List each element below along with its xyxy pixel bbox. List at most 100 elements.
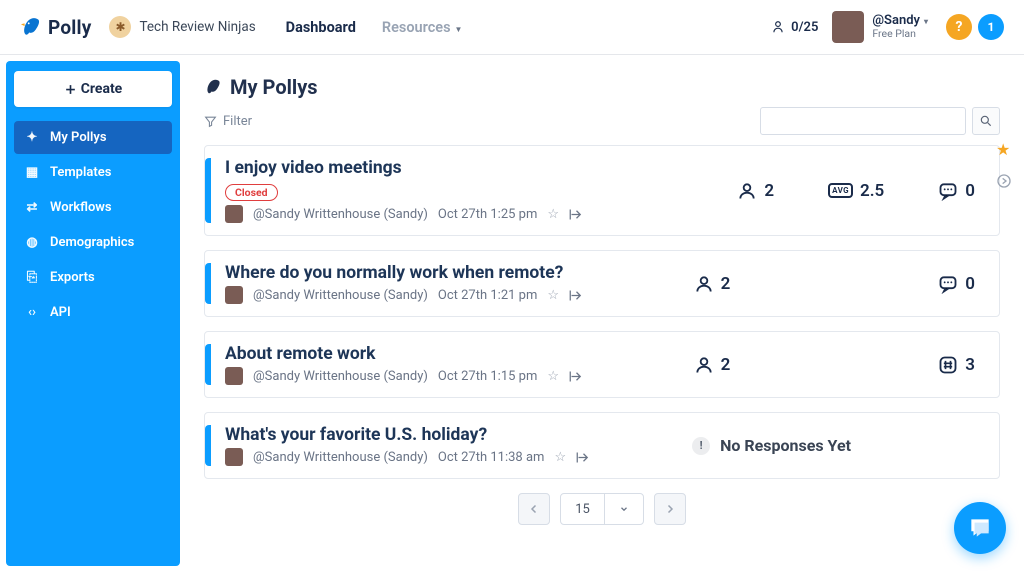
star-icon[interactable]: ☆ xyxy=(547,288,559,303)
polly-title: Where do you normally work when remote? xyxy=(225,263,694,283)
star-icon[interactable]: ☆ xyxy=(547,207,559,222)
status-badge: Closed xyxy=(225,184,278,201)
author: @Sandy Writtenhouse (Sandy) xyxy=(253,207,428,222)
template-icon: ▦ xyxy=(24,165,40,180)
star-icon[interactable]: ☆ xyxy=(547,369,559,384)
polly-card[interactable]: I enjoy video meetings Closed @Sandy Wri… xyxy=(204,145,1000,236)
polly-card[interactable]: About remote work @Sandy Writtenhouse (S… xyxy=(204,331,1000,398)
user-menu[interactable]: @Sandy▾ Free Plan xyxy=(832,11,928,43)
avatar xyxy=(225,286,243,304)
avg-icon: AVG xyxy=(828,183,853,198)
avatar xyxy=(225,367,243,385)
sidebar-item-label: Demographics xyxy=(50,235,134,250)
top-header: Polly ✱ Tech Review Ninjas Dashboard Res… xyxy=(0,0,1024,55)
avatar xyxy=(225,205,243,223)
comments-stat: 0 xyxy=(938,274,975,294)
timestamp: Oct 27th 1:15 pm xyxy=(438,369,537,384)
sidebar-item-demographics[interactable]: ◍ Demographics xyxy=(14,226,172,259)
comments-stat: 0 xyxy=(938,181,975,201)
next-page-button[interactable] xyxy=(654,493,686,525)
allocation-counter[interactable]: 0/25 xyxy=(771,20,818,35)
send-icon[interactable] xyxy=(569,207,584,222)
exclamation-icon: ! xyxy=(692,437,710,455)
people-stat: 2 xyxy=(694,355,731,375)
author: @Sandy Writtenhouse (Sandy) xyxy=(253,288,428,303)
comment-icon xyxy=(938,181,958,201)
nav-resources[interactable]: Resources▼ xyxy=(382,19,463,36)
avatar xyxy=(832,11,864,43)
polly-title: I enjoy video meetings xyxy=(225,158,737,178)
star-icon[interactable]: ☆ xyxy=(554,450,566,465)
timestamp: Oct 27th 1:25 pm xyxy=(438,207,537,222)
sidebar-item-label: API xyxy=(50,305,71,320)
create-button[interactable]: Create xyxy=(14,71,172,107)
right-rail: ★ xyxy=(996,140,1012,189)
people-stat: 2 xyxy=(737,181,774,201)
hash-stat: 3 xyxy=(938,355,975,375)
sidebar: Create ✦ My Pollys ▦ Templates ⇄ Workflo… xyxy=(6,61,180,566)
person-icon xyxy=(737,181,757,201)
author: @Sandy Writtenhouse (Sandy) xyxy=(253,450,428,465)
parrot-icon: ✦ xyxy=(24,130,40,145)
polly-title: What's your favorite U.S. holiday? xyxy=(225,425,692,445)
avatar xyxy=(225,448,243,466)
comment-icon xyxy=(938,274,958,294)
sidebar-item-exports[interactable]: ⎘ Exports xyxy=(14,261,172,294)
timestamp: Oct 27th 1:21 pm xyxy=(438,288,537,303)
chat-fab[interactable] xyxy=(954,502,1006,554)
code-icon: ‹› xyxy=(24,305,40,320)
star-icon[interactable]: ★ xyxy=(996,140,1012,159)
people-stat: 2 xyxy=(694,274,731,294)
sidebar-item-label: Workflows xyxy=(50,200,112,215)
sidebar-item-label: My Pollys xyxy=(50,130,107,145)
chevron-down-icon: ▼ xyxy=(455,25,463,34)
timestamp: Oct 27th 11:38 am xyxy=(438,450,545,465)
sidebar-item-my-pollys[interactable]: ✦ My Pollys xyxy=(14,121,172,154)
notification-badge[interactable]: 1 xyxy=(978,14,1004,40)
send-icon[interactable] xyxy=(569,369,584,384)
search-input[interactable] xyxy=(760,107,966,135)
avg-stat: AVG 2.5 xyxy=(828,181,884,201)
person-icon xyxy=(694,274,714,294)
chevron-down-icon: ▾ xyxy=(924,17,928,26)
search-button[interactable] xyxy=(972,107,1000,135)
send-icon[interactable] xyxy=(569,288,584,303)
page-size: 15 xyxy=(561,494,605,524)
arrow-circle-icon[interactable] xyxy=(996,173,1012,189)
export-icon: ⎘ xyxy=(24,270,40,285)
sidebar-item-templates[interactable]: ▦ Templates xyxy=(14,156,172,189)
main: Create ✦ My Pollys ▦ Templates ⇄ Workflo… xyxy=(0,55,1024,572)
content: My Pollys Filter I enjoy video meetings … xyxy=(180,61,1018,566)
pagination: 15 xyxy=(204,493,1000,525)
sidebar-item-label: Exports xyxy=(50,270,95,285)
sidebar-item-label: Templates xyxy=(50,165,111,180)
help-button[interactable]: ? xyxy=(946,14,972,40)
sidebar-item-workflows[interactable]: ⇄ Workflows xyxy=(14,191,172,224)
workspace-name: Tech Review Ninjas xyxy=(139,19,255,35)
nav-dashboard[interactable]: Dashboard xyxy=(286,19,356,36)
polly-card[interactable]: What's your favorite U.S. holiday? @Sand… xyxy=(204,412,1000,479)
page-title: My Pollys xyxy=(204,75,1000,99)
parrot-icon xyxy=(204,78,222,96)
person-icon xyxy=(694,355,714,375)
plus-icon xyxy=(64,83,77,96)
person-icon xyxy=(771,20,785,34)
hash-icon xyxy=(938,355,958,375)
search-icon xyxy=(979,114,993,128)
prev-page-button[interactable] xyxy=(518,493,550,525)
no-responses-label: No Responses Yet xyxy=(720,436,851,455)
page-size-chevron[interactable] xyxy=(605,494,643,524)
logo-text: Polly xyxy=(48,16,91,39)
polly-title: About remote work xyxy=(225,344,694,364)
globe-icon: ◍ xyxy=(24,235,40,250)
flow-icon: ⇄ xyxy=(24,200,40,215)
polly-card[interactable]: Where do you normally work when remote? … xyxy=(204,250,1000,317)
workspace-icon: ✱ xyxy=(109,16,131,38)
funnel-icon xyxy=(204,115,217,128)
polly-logo[interactable]: Polly xyxy=(20,16,91,39)
sidebar-item-api[interactable]: ‹› API xyxy=(14,296,172,329)
workspace-selector[interactable]: ✱ Tech Review Ninjas xyxy=(109,16,255,38)
filter-button[interactable]: Filter xyxy=(204,114,252,129)
author: @Sandy Writtenhouse (Sandy) xyxy=(253,369,428,384)
send-icon[interactable] xyxy=(576,450,591,465)
